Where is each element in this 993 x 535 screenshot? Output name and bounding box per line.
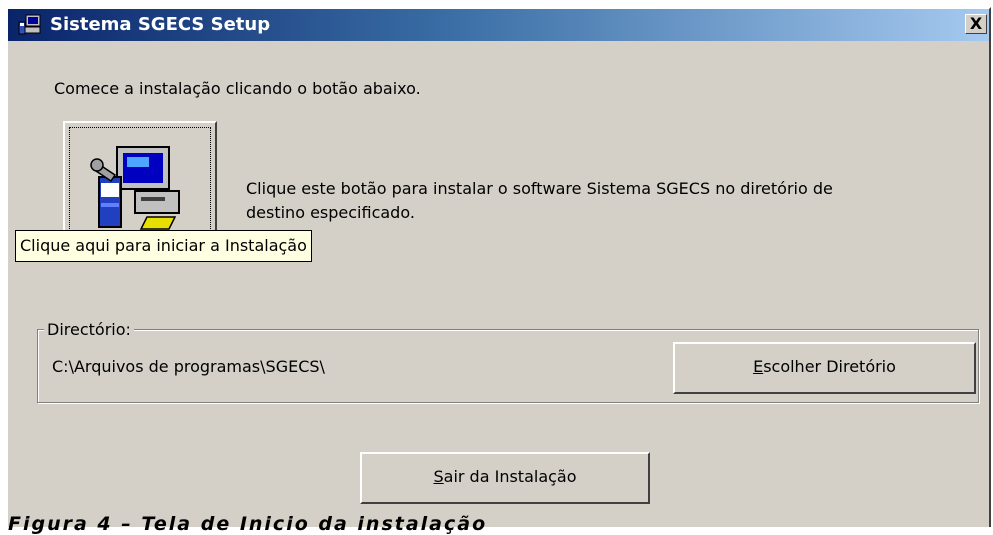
window-title: Sistema SGECS Setup bbox=[50, 14, 271, 35]
exit-setup-label: air da Instalação bbox=[443, 467, 577, 486]
exit-setup-accel: S bbox=[433, 467, 444, 486]
intro-text: Comece a instalação clicando o botão aba… bbox=[54, 79, 421, 98]
choose-directory-label: scolher Diretório bbox=[763, 357, 896, 376]
close-icon: X bbox=[969, 14, 983, 33]
title-bar[interactable]: Sistema SGECS Setup X bbox=[8, 9, 989, 41]
choose-directory-accel: E bbox=[753, 357, 764, 376]
exit-setup-button[interactable]: Sair da Instalação bbox=[360, 452, 650, 504]
figure-caption: Figura 4 – Tela de Inicio da instalação bbox=[8, 513, 488, 535]
install-description-line1: Clique este botão para instalar o softwa… bbox=[246, 179, 833, 198]
install-tooltip: Clique aqui para iniciar a Instalação bbox=[15, 230, 312, 262]
computer-setup-icon bbox=[90, 146, 180, 230]
setup-app-icon bbox=[18, 14, 41, 35]
setup-dialog: Sistema SGECS Setup X Comece a instalaçã… bbox=[6, 7, 991, 527]
directory-path: C:\Arquivos de programas\SGECS\ bbox=[52, 357, 325, 376]
close-button[interactable]: X bbox=[965, 14, 987, 34]
choose-directory-button[interactable]: Escolher Diretório bbox=[673, 342, 976, 394]
directory-group-label: Directório: bbox=[44, 320, 134, 340]
install-description-line2: destino especificado. bbox=[246, 203, 415, 222]
